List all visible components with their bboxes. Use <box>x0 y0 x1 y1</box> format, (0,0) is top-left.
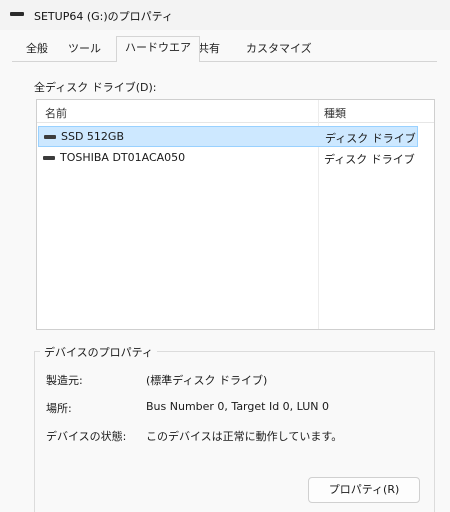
drive-type: ディスク ドライブ <box>325 132 416 145</box>
drive-type: ディスク ドライブ <box>324 153 415 166</box>
properties-button[interactable]: プロパティ(R) <box>308 477 420 503</box>
tab-hardware[interactable]: ハードウエア <box>116 36 200 62</box>
list-header: 名前 種類 <box>37 100 434 123</box>
drive-icon <box>10 12 24 16</box>
tab-customize[interactable]: カスタマイズ <box>238 38 320 60</box>
list-item[interactable]: SSD 512GB ディスク ドライブ <box>38 126 418 147</box>
column-header-name[interactable]: 名前 <box>45 105 67 121</box>
hdd-icon <box>44 135 56 139</box>
properties-window: SETUP64 (G:)のプロパティ 全般 ツール ハードウエア 共有 カスタマ… <box>0 0 450 512</box>
tab-tools[interactable]: ツール <box>60 38 109 60</box>
list-item[interactable]: TOSHIBA DT01ACA050 ディスク ドライブ <box>38 148 416 167</box>
drive-list[interactable]: 名前 種類 SSD 512GB ディスク ドライブ TOSHIBA DT01AC… <box>36 99 435 330</box>
manufacturer-value: (標準ディスク ドライブ) <box>146 374 268 387</box>
hdd-icon <box>43 156 55 160</box>
title-bar: SETUP64 (G:)のプロパティ <box>0 0 450 30</box>
manufacturer-label: 製造元: <box>46 374 83 387</box>
location-value: Bus Number 0, Target Id 0, LUN 0 <box>146 400 330 413</box>
drive-name: TOSHIBA DT01ACA050 <box>60 151 186 164</box>
device-status-label: デバイスの状態: <box>46 430 127 443</box>
drive-name: SSD 512GB <box>61 130 124 143</box>
device-status-value: このデバイスは正常に動作しています。 <box>146 430 343 443</box>
all-drives-label: 全ディスク ドライブ(D): <box>34 81 157 94</box>
device-properties-title: デバイスのプロパティ <box>40 344 158 360</box>
tab-divider <box>12 61 437 62</box>
tab-general[interactable]: 全般 <box>18 38 56 60</box>
location-label: 場所: <box>46 402 72 415</box>
window-title: SETUP64 (G:)のプロパティ <box>34 10 173 23</box>
column-header-type[interactable]: 種類 <box>324 105 346 121</box>
